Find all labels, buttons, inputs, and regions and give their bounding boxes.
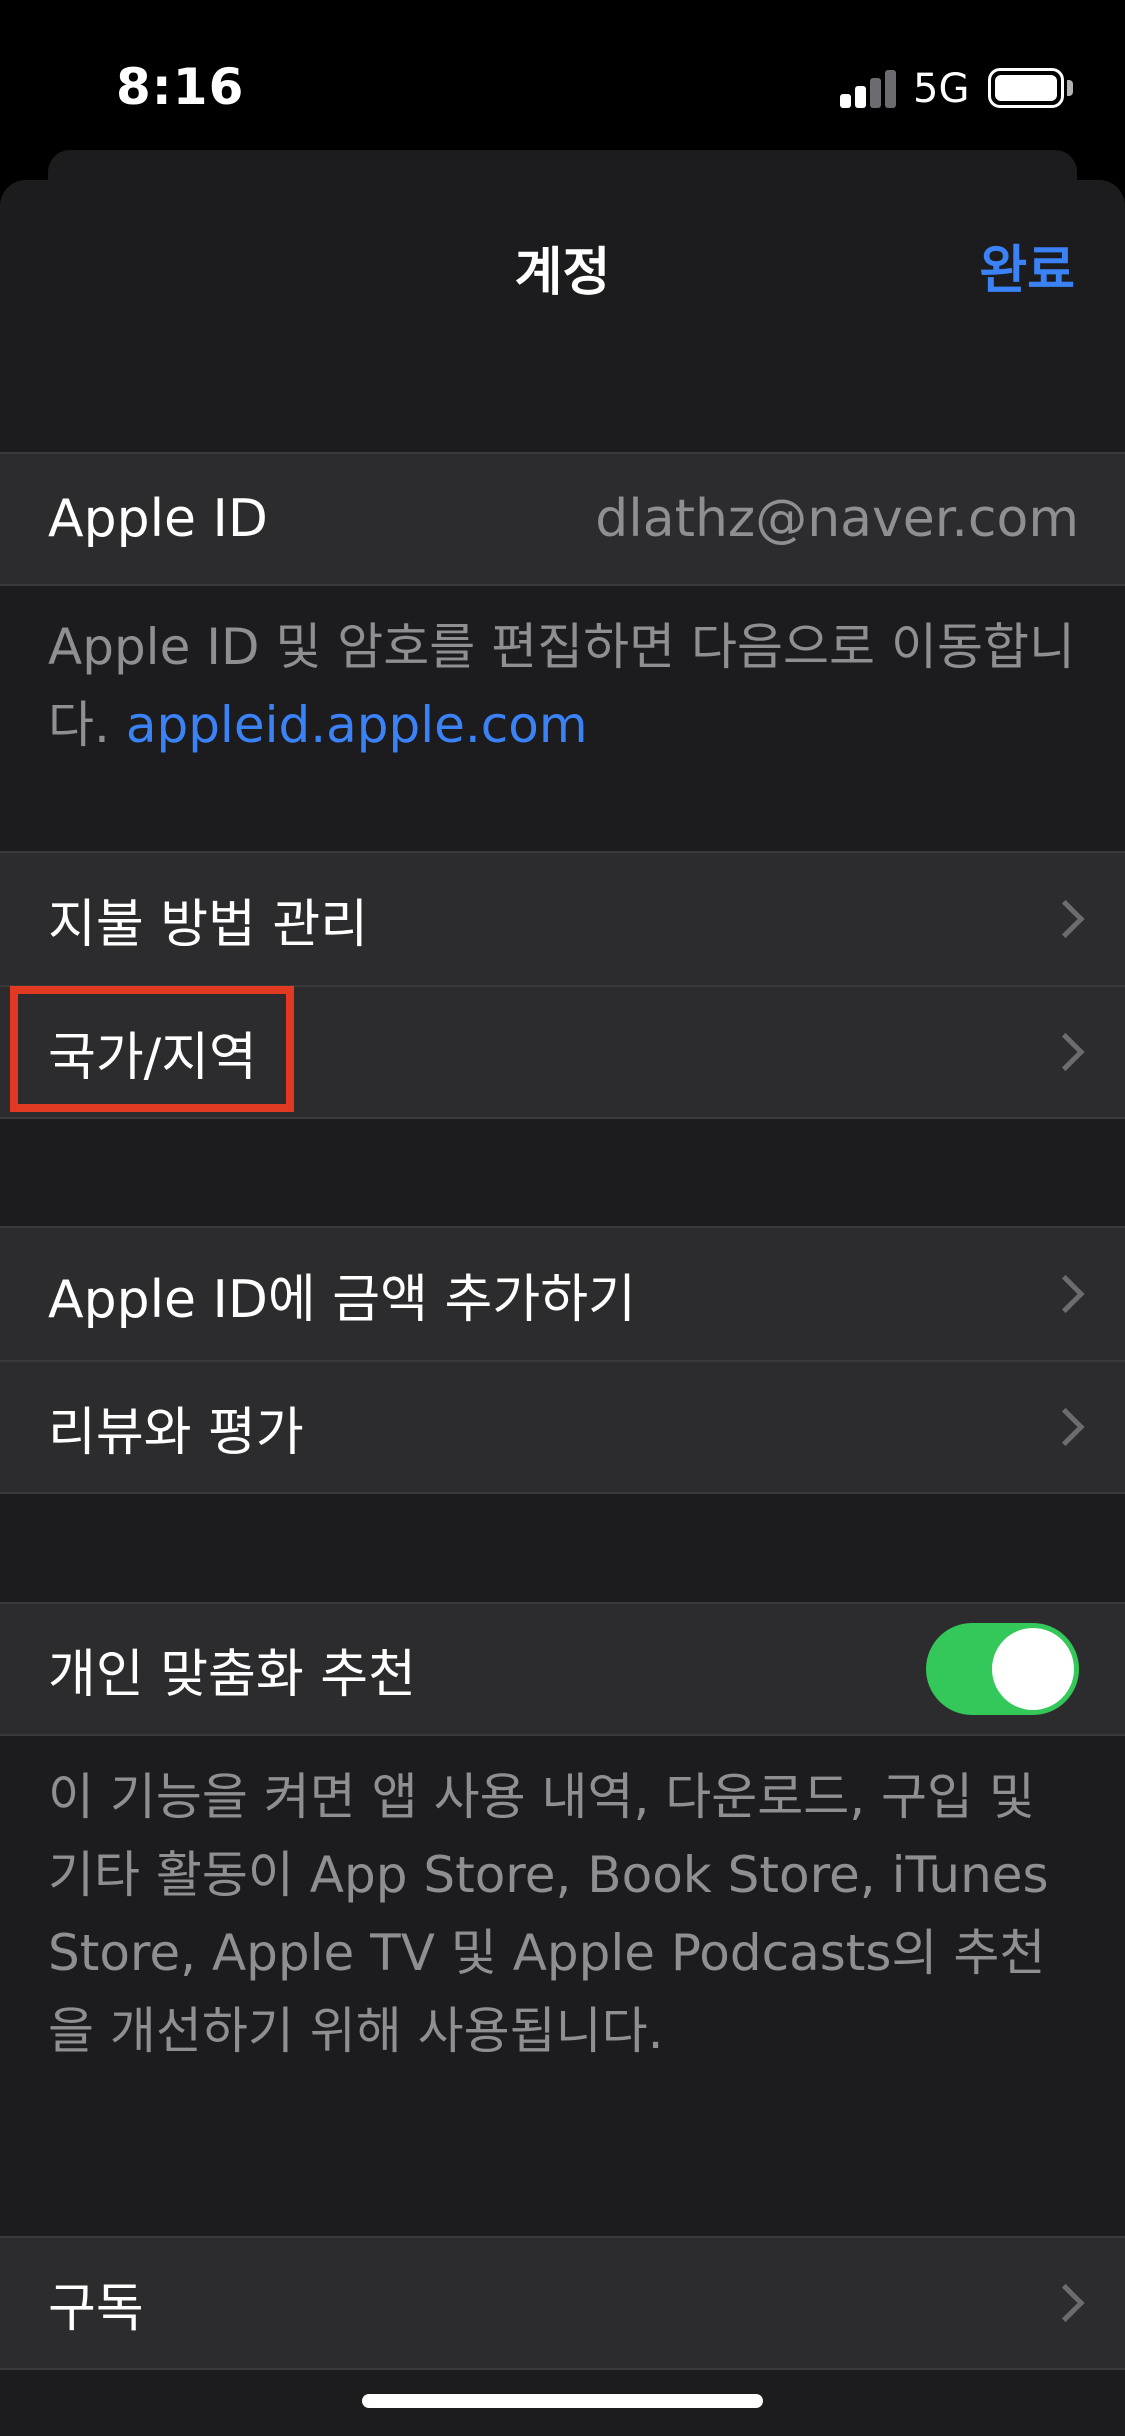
personalized-recommendations-label: 개인 맞춤화 추천 [48,1644,416,1705]
personalized-recommendations-row: 개인 맞춤화 추천 [0,1602,1125,1736]
done-button[interactable]: 완료 [979,228,1075,303]
subscriptions-label: 구독 [48,2278,144,2339]
screen: 8:16 5G 계정 완료 Apple ID dlathz@naver.com … [0,0,1125,2436]
personalization-footnote: 이 기능을 켜면 앱 사용 내역, 다운로드, 구입 및 기타 활동이 App … [48,1768,1049,2060]
chevron-right-icon [1046,899,1085,939]
ratings-reviews-row[interactable]: 리뷰와 평가 [0,1360,1125,1494]
ratings-reviews-label: 리뷰와 평가 [48,1402,304,1463]
battery-tip [1067,80,1073,96]
chevron-right-icon [1046,1407,1085,1447]
apple-id-footnote: Apple ID 및 암호를 편집하면 다음으로 이동합니다. appleid.… [48,608,1078,764]
chevron-right-icon [1046,1274,1085,1314]
chevron-right-icon [1046,1032,1085,1072]
status-time: 8:16 [116,58,245,116]
subscriptions-row[interactable]: 구독 [0,2236,1125,2370]
sheet-title: 계정 [514,243,611,303]
battery-icon [988,68,1064,108]
cellular-signal-icon [840,70,896,108]
apple-id-value: dlathz@naver.com [595,489,1079,549]
subscriptions-group: 구독 [0,2236,1125,2370]
toggle-knob [992,1628,1074,1710]
add-funds-label: Apple ID에 금액 추가하기 [48,1269,636,1330]
apple-id-group: Apple ID dlathz@naver.com [0,452,1125,586]
funds-group: Apple ID에 금액 추가하기 리뷰와 평가 [0,1226,1125,1494]
personalized-recommendations-toggle[interactable] [926,1623,1079,1715]
payment-methods-row[interactable]: 지불 방법 관리 [0,851,1125,985]
payment-methods-label: 지불 방법 관리 [48,894,369,955]
add-funds-row[interactable]: Apple ID에 금액 추가하기 [0,1226,1125,1360]
highlight-box [10,986,294,1112]
chevron-right-icon [1046,2283,1085,2323]
account-sheet: 계정 완료 Apple ID dlathz@naver.com Apple ID… [0,180,1125,2436]
personalization-group: 개인 맞춤화 추천 [0,1602,1125,1736]
home-indicator [362,2394,763,2408]
apple-id-row[interactable]: Apple ID dlathz@naver.com [0,452,1125,586]
appleid-link[interactable]: appleid.apple.com [126,696,588,754]
network-type: 5G [913,66,970,112]
apple-id-label: Apple ID [48,489,268,549]
